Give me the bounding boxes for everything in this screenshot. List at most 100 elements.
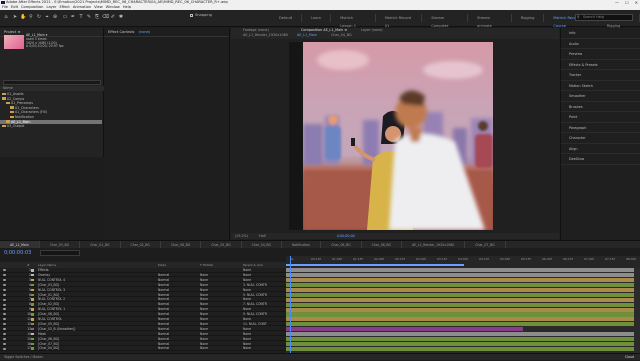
subtab-main[interactable]: AE_L1_Main — [297, 33, 317, 38]
label-color-swatch[interactable] — [31, 337, 34, 341]
layer-name[interactable]: [Char_04_BG] — [38, 346, 59, 351]
label-color-swatch[interactable] — [31, 318, 34, 321]
layer-duration-bar[interactable] — [286, 292, 634, 297]
visibility-eye-icon[interactable] — [3, 318, 6, 321]
layer-name[interactable]: [Char_03_BG] — [38, 283, 59, 288]
layer-row[interactable]: 10 [Char_08_BG] Normal None 9. NULL CONTR — [0, 312, 286, 317]
layer-duration-bar[interactable] — [286, 346, 634, 351]
layer-row[interactable]: 13 [Char_02_B (Smoother)] Normal None None — [0, 327, 286, 332]
visibility-eye-icon[interactable] — [3, 337, 6, 340]
visibility-eye-icon[interactable] — [3, 313, 6, 316]
layer-name[interactable]: [Char_06_BG] — [38, 337, 59, 342]
layer-duration-bar[interactable] — [286, 273, 634, 278]
layer-duration-bar[interactable] — [286, 336, 634, 342]
panel-item[interactable]: Audio — [561, 39, 640, 49]
layer-duration-bar[interactable] — [286, 268, 634, 273]
label-color-swatch[interactable] — [31, 308, 34, 311]
layer-mode[interactable]: Normal — [158, 317, 169, 322]
workspace-tab[interactable]: Stream animate — [468, 14, 512, 28]
layer-mode[interactable]: Normal — [158, 322, 169, 327]
layer-duration-bar[interactable] — [286, 307, 634, 312]
camera-tool-icon[interactable]: ⌖ — [44, 14, 50, 20]
timeline-tab[interactable]: Char_05_BG — [201, 241, 242, 248]
subtab-char04[interactable]: Char_04_BG — [331, 33, 352, 38]
layer-parent[interactable]: None — [243, 327, 251, 332]
panel-item[interactable]: Align — [561, 144, 640, 154]
workspace-tab[interactable]: Stream Complete — [422, 14, 469, 28]
layer-mode[interactable]: Normal — [158, 302, 169, 307]
clone-stamp-tool-icon[interactable]: ⎘ — [94, 14, 100, 20]
timeline-tab[interactable]: Char_07_BG — [465, 241, 506, 248]
toggle-switches-label[interactable]: Toggle Switches / Modes — [4, 355, 43, 359]
layer-mode[interactable]: Normal — [158, 293, 169, 298]
layer-row[interactable]: 14 Mask Normal None None — [0, 332, 286, 337]
layer-row[interactable]: 16 [Char_07_BG] Normal None None — [0, 342, 286, 347]
panel-item[interactable]: Paint — [561, 112, 640, 123]
panel-item[interactable]: Paragraph — [561, 123, 640, 133]
layer-duration-bar[interactable] — [286, 302, 634, 307]
layer-mode[interactable]: Normal — [158, 288, 169, 293]
layer-parent[interactable]: 5. NULL CONTR — [243, 293, 267, 298]
layer-parent[interactable]: None — [243, 268, 251, 273]
layer-parent[interactable]: None — [243, 288, 251, 293]
workspace-tab[interactable]: Learn — [302, 14, 332, 22]
layer-mode[interactable]: Normal — [158, 342, 169, 347]
visibility-eye-icon[interactable] — [3, 283, 6, 286]
layer-parent[interactable]: None — [243, 337, 251, 342]
layer-duration-bar[interactable] — [286, 287, 634, 293]
layer-name[interactable]: Mask — [38, 332, 46, 337]
puppet-tool-icon[interactable]: ✱ — [118, 14, 124, 20]
snapping-checkbox[interactable] — [190, 14, 193, 17]
layer-trkmat[interactable]: None — [200, 317, 208, 322]
timeline-tab[interactable]: Notification — [282, 241, 322, 248]
layer-mode[interactable]: Normal — [158, 273, 169, 278]
visibility-eye-icon[interactable] — [3, 298, 6, 301]
layer-parent[interactable]: None — [243, 342, 251, 347]
layer-name[interactable]: [Char_02_B (Smoother)] — [38, 327, 75, 332]
roto-brush-tool-icon[interactable]: ✐ — [110, 14, 116, 20]
timeline-tab[interactable]: Char_01_BG — [80, 241, 121, 248]
timeline-tab[interactable]: AE_L1_Render_1920x1080 — [402, 241, 466, 248]
type-tool-icon[interactable]: T — [78, 14, 84, 20]
visibility-eye-icon[interactable] — [3, 323, 6, 326]
timeline-tab[interactable]: AE_L1_Main — [0, 241, 40, 248]
label-color-swatch[interactable] — [31, 347, 34, 350]
layer-duration-bar[interactable] — [286, 297, 634, 302]
label-color-swatch[interactable] — [31, 278, 34, 282]
workspace-tab[interactable]: Default — [270, 14, 303, 22]
timeline-tab[interactable]: Char_03_BG — [40, 241, 81, 248]
visibility-eye-icon[interactable] — [3, 328, 6, 331]
layer-trkmat[interactable]: None — [200, 278, 208, 283]
layer-row[interactable]: 4 [Char_03_BG] Normal None 3. NULL CONTR — [0, 283, 286, 288]
layer-parent[interactable]: None — [243, 307, 251, 312]
label-color-swatch[interactable] — [31, 303, 34, 306]
timeline-search-input[interactable] — [40, 250, 80, 256]
visibility-eye-icon[interactable] — [3, 274, 6, 277]
layer-trkmat[interactable]: None — [200, 332, 208, 337]
layer-trkmat[interactable]: None — [200, 288, 208, 293]
layer-name[interactable]: [Char_07_BG] — [38, 342, 59, 347]
layer-mode[interactable]: Normal — [158, 312, 169, 317]
visibility-eye-icon[interactable] — [3, 308, 6, 311]
label-color-swatch[interactable] — [31, 288, 34, 292]
panel-item[interactable]: Tracker — [561, 70, 640, 81]
project-tree-item[interactable]: 03_Output — [0, 124, 100, 128]
project-name-column[interactable]: Name — [3, 86, 13, 90]
layer-name[interactable]: NULL CONTROL 3 — [38, 288, 65, 293]
layer-mode[interactable]: Normal — [158, 307, 169, 312]
layer-duration-bar[interactable] — [286, 283, 634, 288]
visibility-eye-icon[interactable] — [3, 269, 6, 272]
layer-trkmat[interactable]: None — [200, 283, 208, 288]
brush-tool-icon[interactable]: ✎ — [86, 14, 92, 20]
layer-parent[interactable]: None — [243, 317, 251, 322]
layer-row[interactable]: 11 NULL CONTROL Normal None None — [0, 317, 286, 322]
visibility-eye-icon[interactable] — [3, 279, 6, 282]
layer-parent[interactable]: None — [243, 273, 251, 278]
layer-row[interactable]: 8 [Char_02_BG] Normal None 7. NULL CONTR — [0, 302, 286, 307]
panel-item[interactable]: Smoother — [561, 91, 640, 102]
layer-trkmat[interactable]: None — [200, 273, 208, 278]
effect-controls-tab[interactable]: Effect Controls (none) — [104, 28, 229, 37]
layer-parent[interactable]: None — [243, 346, 251, 351]
label-color-swatch[interactable] — [31, 342, 34, 345]
layer-trkmat[interactable]: None — [200, 307, 208, 312]
